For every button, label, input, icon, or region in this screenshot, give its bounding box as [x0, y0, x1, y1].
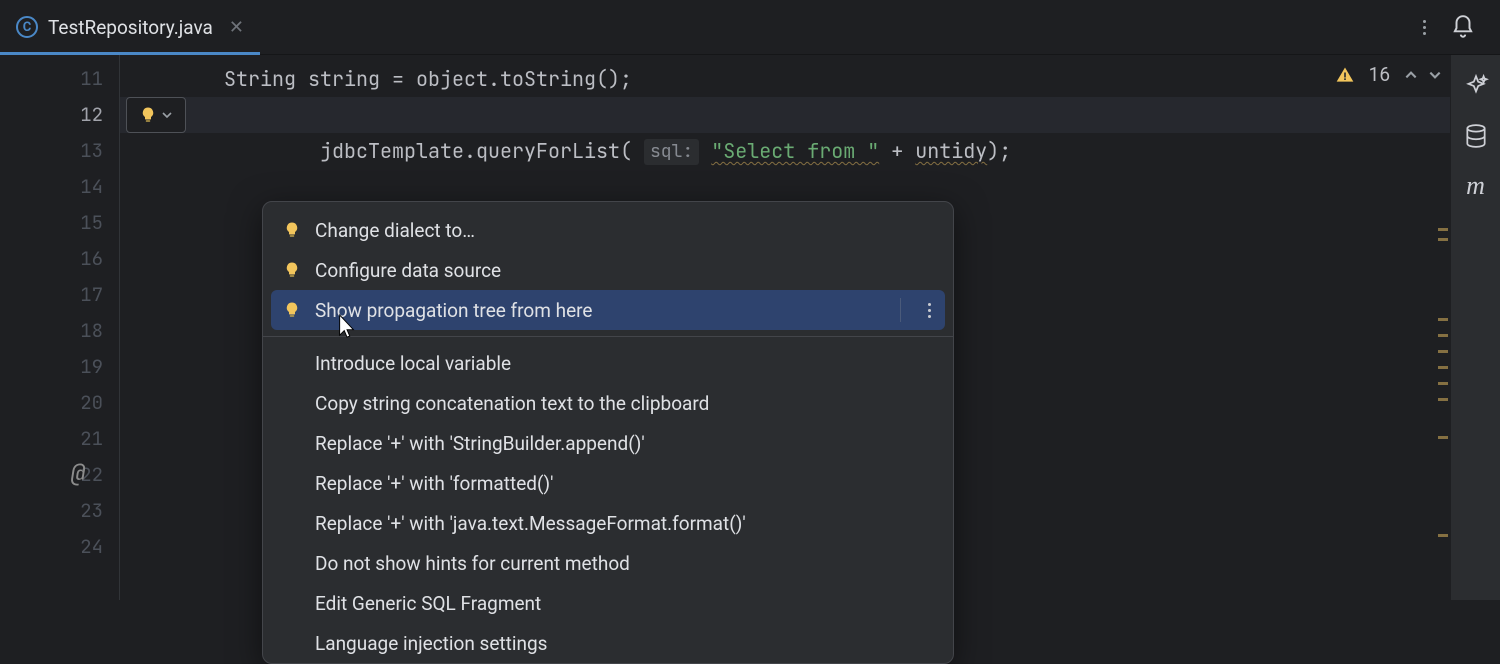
line-number[interactable]: 18: [0, 313, 103, 349]
intention-bulb-button[interactable]: [126, 97, 186, 133]
warning-mark[interactable]: [1438, 398, 1448, 401]
line-number[interactable]: 17: [0, 277, 103, 313]
ai-sparkle-icon[interactable]: [1463, 73, 1489, 99]
warning-mark[interactable]: [1438, 534, 1448, 537]
line-number[interactable]: 15: [0, 205, 103, 241]
more-icon[interactable]: [928, 303, 931, 318]
tab-bar-actions: [1423, 14, 1500, 40]
intention-item[interactable]: Introduce local variable: [263, 343, 953, 383]
intention-item[interactable]: Edit Generic SQL Fragment: [263, 583, 953, 623]
file-tab[interactable]: C TestRepository.java ✕: [0, 0, 260, 54]
marker-bar[interactable]: [1435, 110, 1450, 600]
next-highlight-icon[interactable]: [1428, 68, 1442, 82]
line-number[interactable]: 16: [0, 241, 103, 277]
intention-item[interactable]: Copy string concatenation text to the cl…: [263, 383, 953, 423]
database-icon[interactable]: [1463, 123, 1489, 149]
code-line-current: jdbcTemplate.queryForList( sql: "Select …: [120, 97, 1450, 133]
intention-item[interactable]: Change dialect to…: [263, 210, 953, 250]
line-number[interactable]: 14: [0, 169, 103, 205]
bell-icon[interactable]: [1450, 14, 1476, 40]
warning-icon: [1335, 65, 1355, 85]
intention-item[interactable]: Do not show hints for current method: [263, 543, 953, 583]
warning-count: 16: [1369, 63, 1390, 86]
warning-mark[interactable]: [1438, 436, 1448, 439]
line-number[interactable]: 11: [0, 61, 103, 97]
inlay-hint: sql:: [644, 139, 699, 165]
warning-mark[interactable]: [1438, 228, 1448, 231]
warning-mark[interactable]: [1438, 382, 1448, 385]
gutter: @ 1112131415161718192021222324: [0, 55, 120, 600]
line-number[interactable]: 20: [0, 385, 103, 421]
intention-item[interactable]: Replace '+' with 'StringBuilder.append()…: [263, 423, 953, 463]
class-icon: C: [16, 16, 38, 38]
line-number[interactable]: 24: [0, 529, 103, 565]
line-number[interactable]: 23: [0, 493, 103, 529]
intention-item[interactable]: Replace '+' with 'java.text.MessageForma…: [263, 503, 953, 543]
tab-bar: C TestRepository.java ✕: [0, 0, 1500, 55]
intention-item[interactable]: Configure data source: [263, 250, 953, 290]
separator: [263, 336, 953, 337]
right-toolbar: m: [1450, 55, 1500, 600]
maven-m-icon[interactable]: m: [1463, 173, 1489, 199]
chevron-down-icon: [161, 109, 173, 121]
warning-mark[interactable]: [1438, 318, 1448, 321]
line-number[interactable]: 12: [0, 97, 103, 133]
line-number[interactable]: 13: [0, 133, 103, 169]
warning-mark[interactable]: [1438, 238, 1448, 241]
intention-popup: Change dialect to…Configure data sourceS…: [262, 201, 954, 664]
inspection-summary[interactable]: 16: [1335, 63, 1442, 86]
warning-mark[interactable]: [1438, 350, 1448, 353]
line-number[interactable]: 21: [0, 421, 103, 457]
line-number[interactable]: 19: [0, 349, 103, 385]
prev-highlight-icon[interactable]: [1404, 68, 1418, 82]
code-line: String string = object.toString();: [120, 61, 1450, 97]
intention-item[interactable]: Replace '+' with 'formatted()': [263, 463, 953, 503]
close-icon[interactable]: ✕: [229, 17, 244, 38]
intention-item[interactable]: Language injection settings: [263, 623, 953, 663]
warning-mark[interactable]: [1438, 334, 1448, 337]
intention-item[interactable]: Show propagation tree from here: [271, 290, 945, 330]
bulb-icon: [139, 106, 157, 124]
warning-mark[interactable]: [1438, 366, 1448, 369]
more-icon[interactable]: [1423, 20, 1426, 35]
tab-title: TestRepository.java: [48, 16, 213, 39]
annotation-icon[interactable]: @: [63, 459, 93, 489]
